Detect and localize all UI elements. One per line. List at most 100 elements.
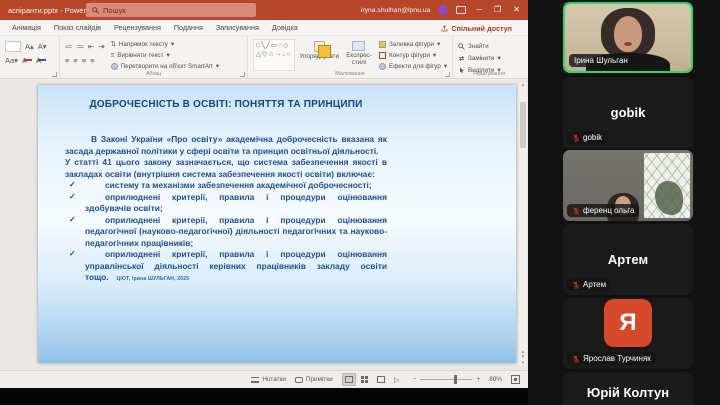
zoom-percent[interactable]: 80% xyxy=(489,376,502,383)
font-dialog-launcher[interactable] xyxy=(52,72,57,77)
normal-view-button[interactable] xyxy=(342,373,356,386)
vertical-scrollbar[interactable]: ▴ ▴ ▾ ▾ xyxy=(519,82,527,366)
justify-icon[interactable]: ≡ xyxy=(90,56,94,65)
align-right-icon[interactable]: ≡ xyxy=(82,56,86,65)
scrollbar-thumb[interactable] xyxy=(520,102,526,148)
zoom-out-button[interactable]: − xyxy=(413,376,417,383)
tab-view[interactable]: Подання xyxy=(174,23,203,32)
slide-canvas: ДОБРОЧЕСНІСТЬ В ОСВІТІ: ПОНЯТТЯ ТА ПРИНЦ… xyxy=(0,80,528,370)
slide-bullet: ✓ оприлюднені критерії, правила і процед… xyxy=(65,215,387,250)
shape-outline-label: Контур фігури xyxy=(389,52,430,59)
drawing-group-label: Малювання xyxy=(248,71,452,77)
slideshow-icon: ▷ xyxy=(394,376,399,384)
arrange-button[interactable]: Упорядкувати xyxy=(300,39,339,71)
smartart-icon xyxy=(111,63,118,70)
paragraph-dialog-launcher[interactable] xyxy=(240,72,245,77)
muted-mic-icon xyxy=(572,207,580,215)
zoom-slider[interactable] xyxy=(420,379,472,380)
slide-bullet: ✓ систему та механізми забезпечення акад… xyxy=(65,180,387,192)
account-avatar[interactable] xyxy=(438,5,448,15)
align-center-icon[interactable]: ≡ xyxy=(73,56,77,65)
paragraph-group: ≔ ≕ ⇤ ⇥ ≡ ≡ ≡ ≡ xyxy=(60,36,248,78)
notes-button[interactable]: Нотатки xyxy=(251,376,286,383)
shape-effects-button[interactable]: Ефекти для фігур ▾ xyxy=(379,61,447,71)
indent-icon[interactable]: ⇥ xyxy=(98,42,104,51)
zoom-in-button[interactable]: + xyxy=(476,376,480,383)
close-button[interactable]: ✕ xyxy=(511,6,522,14)
checkmark-icon: ✓ xyxy=(69,249,76,260)
align-text-button[interactable]: ≡ Вирівняти текст ▾ xyxy=(111,50,219,60)
ribbon: A▴ A▾ Aa▾ A A ≔ ≕ ⇤ xyxy=(0,36,528,79)
tab-slideshow[interactable]: Показ слайдів xyxy=(54,23,101,32)
editing-group-label: Редагування xyxy=(453,71,525,77)
zoom-control: − + xyxy=(413,376,480,383)
slide-title: ДОБРОЧЕСНІСТЬ В ОСВІТІ: ПОНЯТТЯ ТА ПРИНЦ… xyxy=(65,99,387,110)
title-bar: аспіранти.pptx - PowerPoint Пошук iryna.… xyxy=(0,0,528,20)
shapes-gallery[interactable]: □╲╱▭○◇ △▽☆→↓○ xyxy=(253,39,295,71)
smartart-label: Перетворити на об'єкт SmartArt xyxy=(121,63,213,70)
caret-down-icon: ▾ xyxy=(444,63,447,70)
find-icon xyxy=(458,43,465,50)
restore-button[interactable]: ❐ xyxy=(492,6,503,14)
reading-view-button[interactable] xyxy=(374,373,388,386)
muted-mic-icon xyxy=(572,281,580,289)
screen: аспіранти.pptx - PowerPoint Пошук iryna.… xyxy=(0,0,720,405)
ribbon-tab-row: Анімація Показ слайдів Рецензування Пода… xyxy=(0,20,528,36)
slide-sorter-view-button[interactable] xyxy=(358,373,372,386)
participant-display-name: gobik xyxy=(611,105,646,120)
zoom-slider-thumb[interactable] xyxy=(454,375,457,384)
numbering-icon[interactable]: ≕ xyxy=(77,42,85,51)
text-direction-icon: ⇅ xyxy=(111,41,116,48)
participant-name: Ірина Шульган xyxy=(574,56,628,65)
font-size-box[interactable] xyxy=(5,41,21,52)
meeting-sidebar: Ірина Шульган gobik gobik ференц ольга xyxy=(528,0,720,405)
status-bar: Нотатки Примітки ▷ − + 80% xyxy=(0,370,528,388)
tab-review[interactable]: Рецензування xyxy=(114,23,161,32)
avatar: Я xyxy=(604,299,652,347)
tab-animation[interactable]: Анімація xyxy=(12,23,41,32)
change-case-icon[interactable]: Aa▾ xyxy=(5,56,18,65)
participant-tile-ferents-olha[interactable]: ференц ольга xyxy=(563,150,693,221)
participant-name: ференц ольга xyxy=(583,206,634,215)
slideshow-view-button[interactable]: ▷ xyxy=(390,373,404,386)
align-text-label: Вирівняти текст xyxy=(117,52,163,59)
align-left-icon[interactable]: ≡ xyxy=(65,56,69,65)
slide[interactable]: ДОБРОЧЕСНІСТЬ В ОСВІТІ: ПОНЯТТЯ ТА ПРИНЦ… xyxy=(38,85,516,363)
smartart-button[interactable]: Перетворити на об'єкт SmartArt ▾ xyxy=(111,61,219,71)
align-text-icon: ≡ xyxy=(111,52,115,59)
scroll-down-icon[interactable]: ▾ xyxy=(522,361,525,367)
shape-fill-button[interactable]: Заливка фігури ▾ xyxy=(379,39,447,49)
participant-tile-yaroslav-turchyniak[interactable]: Я Ярослав Турчиняк xyxy=(563,298,693,369)
avatar-letter: Я xyxy=(619,309,636,337)
grow-font-icon[interactable]: A▴ xyxy=(25,42,34,51)
tab-help[interactable]: Довідка xyxy=(272,23,298,32)
caret-down-icon: ▾ xyxy=(166,52,169,59)
participant-name-badge: Ярослав Турчиняк xyxy=(567,352,656,365)
tab-recording[interactable]: Записування xyxy=(216,23,259,32)
shape-outline-button[interactable]: Контур фігури ▾ xyxy=(379,50,447,60)
participant-tile-artem[interactable]: Артем Артем xyxy=(563,224,693,295)
find-button[interactable]: Знайти xyxy=(458,41,520,51)
scroll-up-icon[interactable]: ▴ xyxy=(522,82,525,88)
replace-button[interactable]: Замінити ▾ xyxy=(458,53,520,63)
replace-label: Замінити xyxy=(468,55,494,62)
search-input[interactable]: Пошук xyxy=(86,3,256,17)
outdent-icon[interactable]: ⇤ xyxy=(88,42,94,51)
share-icon xyxy=(441,25,448,32)
slide-text-block: ДОБРОЧЕСНІСТЬ В ОСВІТІ: ПОНЯТТЯ ТА ПРИНЦ… xyxy=(65,91,387,284)
shrink-font-icon[interactable]: A▾ xyxy=(38,42,47,51)
normal-view-icon xyxy=(345,376,353,383)
quick-styles-button[interactable]: Експрес-стилі xyxy=(344,39,374,71)
comments-button[interactable]: Примітки xyxy=(295,376,333,383)
ribbon-display-options-icon[interactable] xyxy=(456,6,466,14)
fit-to-window-icon[interactable] xyxy=(511,375,520,384)
participant-tile-gobik[interactable]: gobik gobik xyxy=(563,77,693,148)
bullets-icon[interactable]: ≔ xyxy=(65,42,73,51)
drawing-dialog-launcher[interactable] xyxy=(445,72,450,77)
share-button[interactable]: Спільний доступ xyxy=(441,20,512,36)
minimize-button[interactable]: ─ xyxy=(474,6,484,14)
participant-tile-yurii-koltun[interactable]: Юрій Колтун xyxy=(563,372,693,405)
shape-fill-label: Заливка фігури xyxy=(389,41,434,48)
text-direction-button[interactable]: ⇅ Напрямок тексту ▾ xyxy=(111,39,219,49)
participant-tile-iryna-shulhan[interactable]: Ірина Шульган xyxy=(563,2,693,73)
